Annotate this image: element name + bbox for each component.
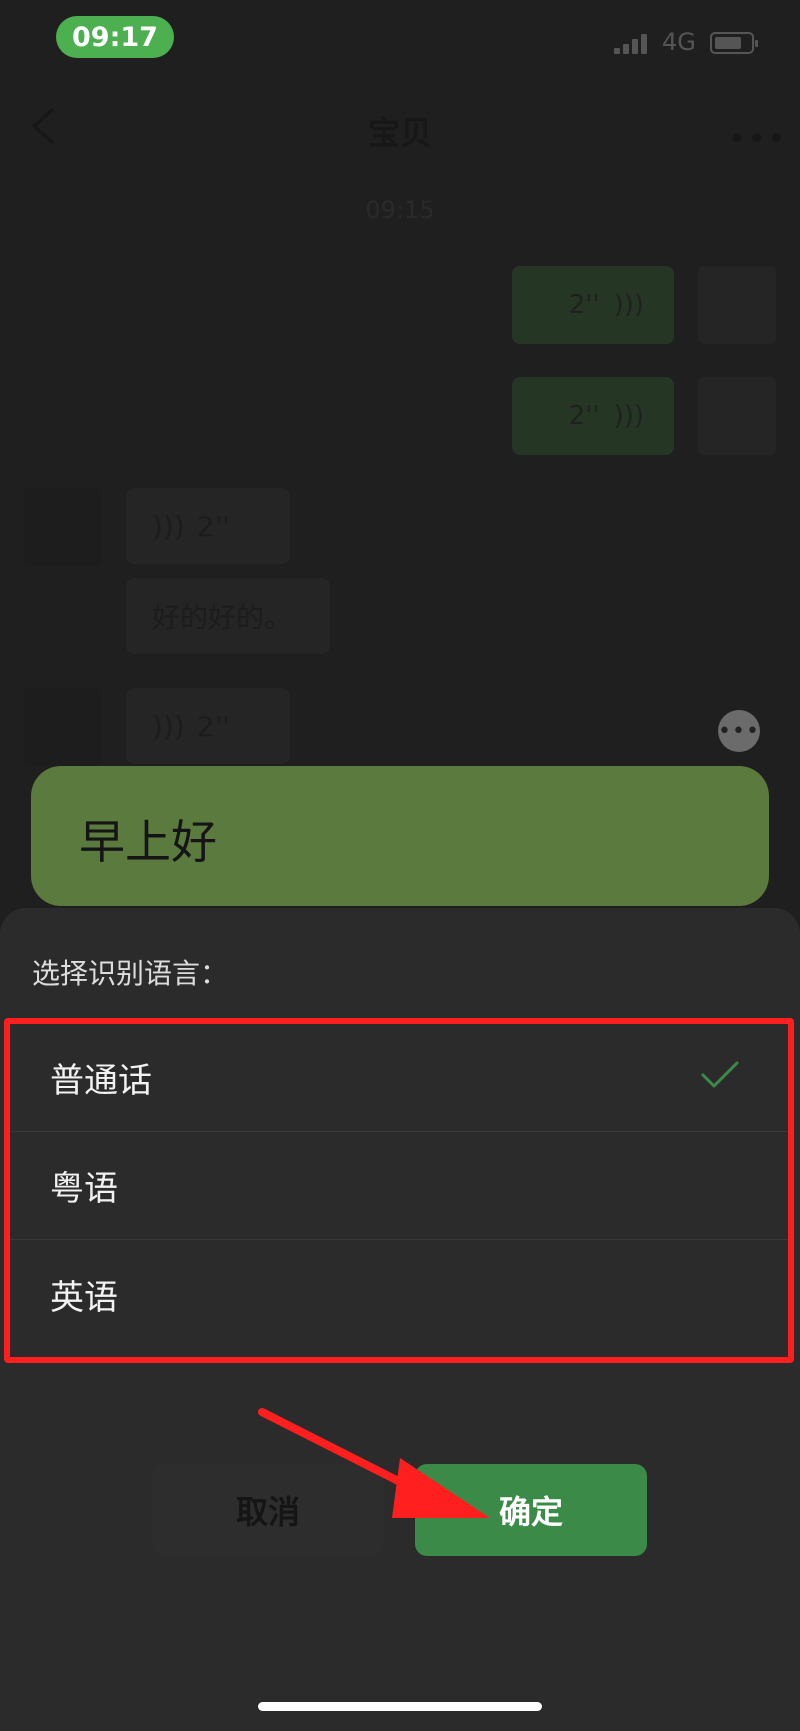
option-label: 粤语 (50, 1169, 118, 1209)
more-icon[interactable]: ••• (728, 122, 787, 157)
option-highlight-box: 普通话 粤语 英语 (4, 1018, 794, 1363)
voice-wave-icon: ))) (152, 709, 185, 743)
avatar[interactable] (24, 488, 102, 566)
option-label: 普通话 (50, 1061, 152, 1101)
avatar[interactable] (24, 688, 102, 766)
language-option-english[interactable]: 英语 (10, 1240, 788, 1348)
cancel-button[interactable]: 取消 (152, 1464, 384, 1556)
voice-message-out[interactable]: 2'' ))) (512, 377, 674, 455)
voice-duration: 2'' (568, 401, 600, 431)
status-bar: 09:17 4G (0, 0, 800, 80)
home-indicator[interactable] (258, 1702, 542, 1711)
voice-duration: 2'' (196, 509, 230, 543)
voice-duration: 2'' (568, 290, 600, 320)
voice-message-in[interactable]: ))) 2'' (126, 688, 290, 764)
voice-message-out[interactable]: 2'' ))) (512, 266, 674, 344)
voice-wave-icon: ))) (613, 290, 644, 320)
more-options-icon[interactable]: ••• (718, 710, 760, 752)
sheet-title: 选择识别语言： (32, 957, 229, 990)
message-text: 好的好的。 (152, 601, 293, 634)
voice-wave-icon: ))) (152, 509, 185, 543)
language-option-cantonese[interactable]: 粤语 (10, 1132, 788, 1240)
text-message-in[interactable]: 好的好的。 (126, 578, 330, 654)
avatar[interactable] (698, 266, 776, 344)
transcript-text: 早上好 (79, 815, 217, 869)
status-time: 09:17 (56, 16, 174, 58)
option-label: 英语 (50, 1277, 118, 1318)
network-type: 4G (662, 28, 696, 56)
voice-wave-icon: ))) (613, 401, 644, 431)
language-sheet: 选择识别语言： 普通话 粤语 英语 取消 确定 (0, 908, 800, 1731)
confirm-button[interactable]: 确定 (415, 1464, 647, 1556)
avatar[interactable] (698, 377, 776, 455)
transcript-card: 早上好 (31, 766, 769, 906)
voice-duration: 2'' (196, 709, 230, 743)
battery-icon (710, 32, 758, 54)
signal-icon (614, 34, 648, 54)
chat-title: 宝贝 (367, 114, 432, 152)
chat-timestamp: 09:15 (365, 196, 435, 224)
check-icon (701, 1061, 739, 1088)
voice-message-in[interactable]: ))) 2'' (126, 488, 290, 564)
chat-background: 宝贝 ••• 09:15 2'' ))) 2'' ))) ))) 2'' 好的好… (0, 80, 800, 770)
language-option-mandarin[interactable]: 普通话 (10, 1024, 788, 1132)
